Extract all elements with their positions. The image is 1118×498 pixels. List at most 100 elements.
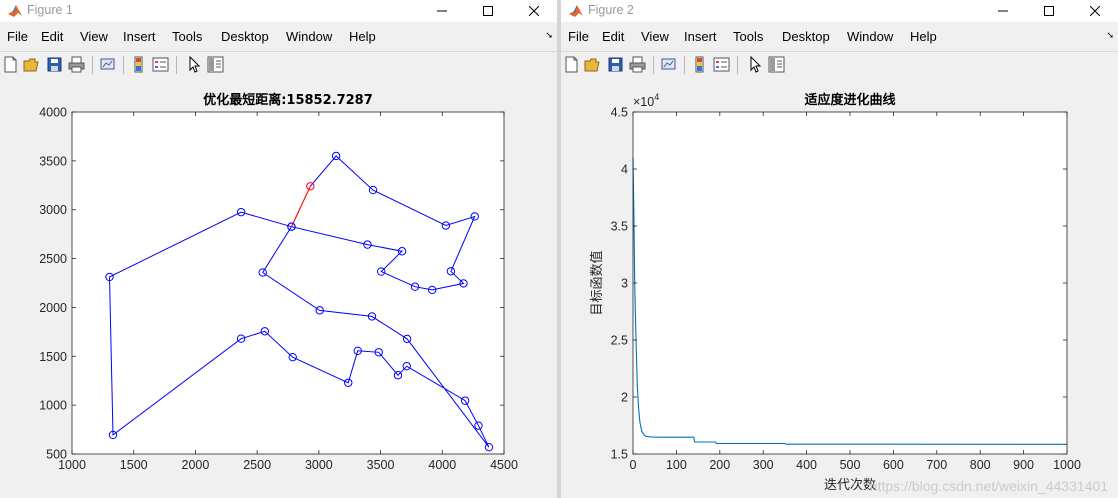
menu-bar: File Edit View Insert Tools Desktop Wind…	[561, 24, 1118, 50]
x-axis-label: 迭代次数	[824, 477, 876, 493]
title-bar[interactable]: Figure 1	[0, 0, 557, 22]
menu-dock-arrow-icon[interactable]: ➘	[545, 31, 553, 41]
save-icon[interactable]	[46, 56, 63, 73]
matlab-logo-icon	[8, 5, 22, 17]
menu-tools[interactable]: Tools	[172, 29, 202, 44]
matlab-logo-icon	[569, 5, 583, 17]
toolbar-separator	[92, 56, 93, 74]
print-icon[interactable]	[629, 56, 646, 73]
menu-insert[interactable]: Insert	[684, 29, 717, 44]
x-tick-label: 600	[883, 458, 904, 472]
property-inspector-icon[interactable]	[207, 56, 224, 73]
exponent-power: 4	[654, 92, 659, 102]
toolbar-separator	[176, 56, 177, 74]
legend-icon[interactable]	[152, 56, 169, 73]
chart-title: 优化最短距离:15852.7287	[203, 92, 373, 108]
close-button[interactable]	[511, 0, 557, 22]
save-icon[interactable]	[607, 56, 624, 73]
x-tick-label: 4000	[428, 458, 456, 472]
link-plot-icon[interactable]	[660, 56, 677, 73]
x-tick-label: 900	[1013, 458, 1034, 472]
x-tick-label: 400	[796, 458, 817, 472]
y-tick-label: 500	[46, 448, 67, 462]
figure-canvas: 优化最短距离:15852.7287 1000 1500 2000 2500 3000 35…	[0, 78, 557, 498]
close-icon	[1090, 6, 1100, 16]
x-tick-label: 100	[666, 458, 687, 472]
title-bar[interactable]: Figure 2	[561, 0, 1118, 22]
x-tick-label: 700	[926, 458, 947, 472]
new-figure-icon[interactable]	[2, 56, 19, 73]
y-tick-label: 3	[621, 277, 628, 291]
menu-desktop[interactable]: Desktop	[782, 29, 830, 44]
link-plot-icon[interactable]	[99, 56, 116, 73]
menu-help[interactable]: Help	[349, 29, 376, 44]
exponent-base: ×10	[633, 95, 654, 109]
menu-file[interactable]: File	[568, 29, 589, 44]
menu-window[interactable]: Window	[847, 29, 893, 44]
menu-view[interactable]: View	[80, 29, 108, 44]
menu-file[interactable]: File	[7, 29, 28, 44]
print-icon[interactable]	[68, 56, 85, 73]
y-axis-exponent: ×104	[633, 92, 659, 109]
y-tick-label: 4000	[39, 106, 67, 120]
new-figure-icon[interactable]	[563, 56, 580, 73]
y-tick-label: 2500	[39, 252, 67, 266]
y-tick-label: 4.5	[611, 106, 628, 120]
x-tick-label: 1500	[120, 458, 148, 472]
menu-edit[interactable]: Edit	[602, 29, 624, 44]
minimize-button[interactable]	[419, 0, 465, 22]
pointer-icon[interactable]	[747, 56, 764, 73]
menu-tools[interactable]: Tools	[733, 29, 763, 44]
route-plot[interactable]: 优化最短距离:15852.7287 1000 1500 2000 2500 3000 35…	[0, 78, 557, 498]
x-tick-label: 0	[630, 458, 637, 472]
minimize-icon	[998, 10, 1008, 12]
x-tick-label: 500	[840, 458, 861, 472]
menu-help[interactable]: Help	[910, 29, 937, 44]
close-button[interactable]	[1072, 0, 1118, 22]
figure-2-window: Figure 2 File Edit View Insert Tools Des…	[561, 0, 1118, 498]
fitness-plot[interactable]: 适应度进化曲线 迭代次数 目标函数值 ×104 0 100 200 300 400 500…	[561, 78, 1118, 498]
colorbar-icon[interactable]	[130, 56, 147, 73]
toolbar-separator	[653, 56, 654, 74]
menu-edit[interactable]: Edit	[41, 29, 63, 44]
menu-desktop[interactable]: Desktop	[221, 29, 269, 44]
minimize-button[interactable]	[980, 0, 1026, 22]
maximize-button[interactable]	[1026, 0, 1072, 22]
window-title: Figure 2	[588, 3, 634, 17]
y-tick-label: 3000	[39, 203, 67, 217]
figure-toolbar	[0, 51, 557, 79]
menu-bar: File Edit View Insert Tools Desktop Wind…	[0, 24, 557, 50]
y-axis-label: 目标函数值	[589, 250, 605, 315]
y-tick-label: 2	[621, 391, 628, 405]
colorbar-icon[interactable]	[691, 56, 708, 73]
property-inspector-icon[interactable]	[768, 56, 785, 73]
menu-view[interactable]: View	[641, 29, 669, 44]
open-file-icon[interactable]	[23, 56, 40, 73]
figure-1-window: Figure 1 File Edit View Insert Tools Des…	[0, 0, 557, 498]
y-tick-label: 3.5	[611, 220, 628, 234]
pointer-icon[interactable]	[186, 56, 203, 73]
x-tick-label: 200	[709, 458, 730, 472]
maximize-button[interactable]	[465, 0, 511, 22]
axes-background	[72, 112, 504, 454]
figure-canvas: 适应度进化曲线 迭代次数 目标函数值 ×104 0 100 200 300 400 500…	[561, 78, 1118, 498]
toolbar-separator	[684, 56, 685, 74]
plot-area: 0 100 200 300 400 500 600 700 800 900 1000 1.5 2 2.5 3…	[611, 106, 1081, 473]
window-title: Figure 1	[27, 3, 73, 17]
open-file-icon[interactable]	[584, 56, 601, 73]
figure-toolbar	[561, 51, 1118, 79]
maximize-icon	[1044, 6, 1054, 16]
axes-background	[633, 112, 1067, 454]
y-tick-label: 2000	[39, 301, 67, 315]
menu-insert[interactable]: Insert	[123, 29, 156, 44]
legend-icon[interactable]	[713, 56, 730, 73]
y-tick-label: 3500	[39, 154, 67, 168]
maximize-icon	[483, 6, 493, 16]
menu-dock-arrow-icon[interactable]: ➘	[1106, 31, 1114, 41]
menu-window[interactable]: Window	[286, 29, 332, 44]
minimize-icon	[437, 10, 447, 12]
x-tick-label: 2500	[243, 458, 271, 472]
x-tick-label: 3000	[305, 458, 333, 472]
watermark: https://blog.csdn.net/weixin_44331401	[869, 478, 1108, 494]
x-tick-label: 2000	[182, 458, 210, 472]
